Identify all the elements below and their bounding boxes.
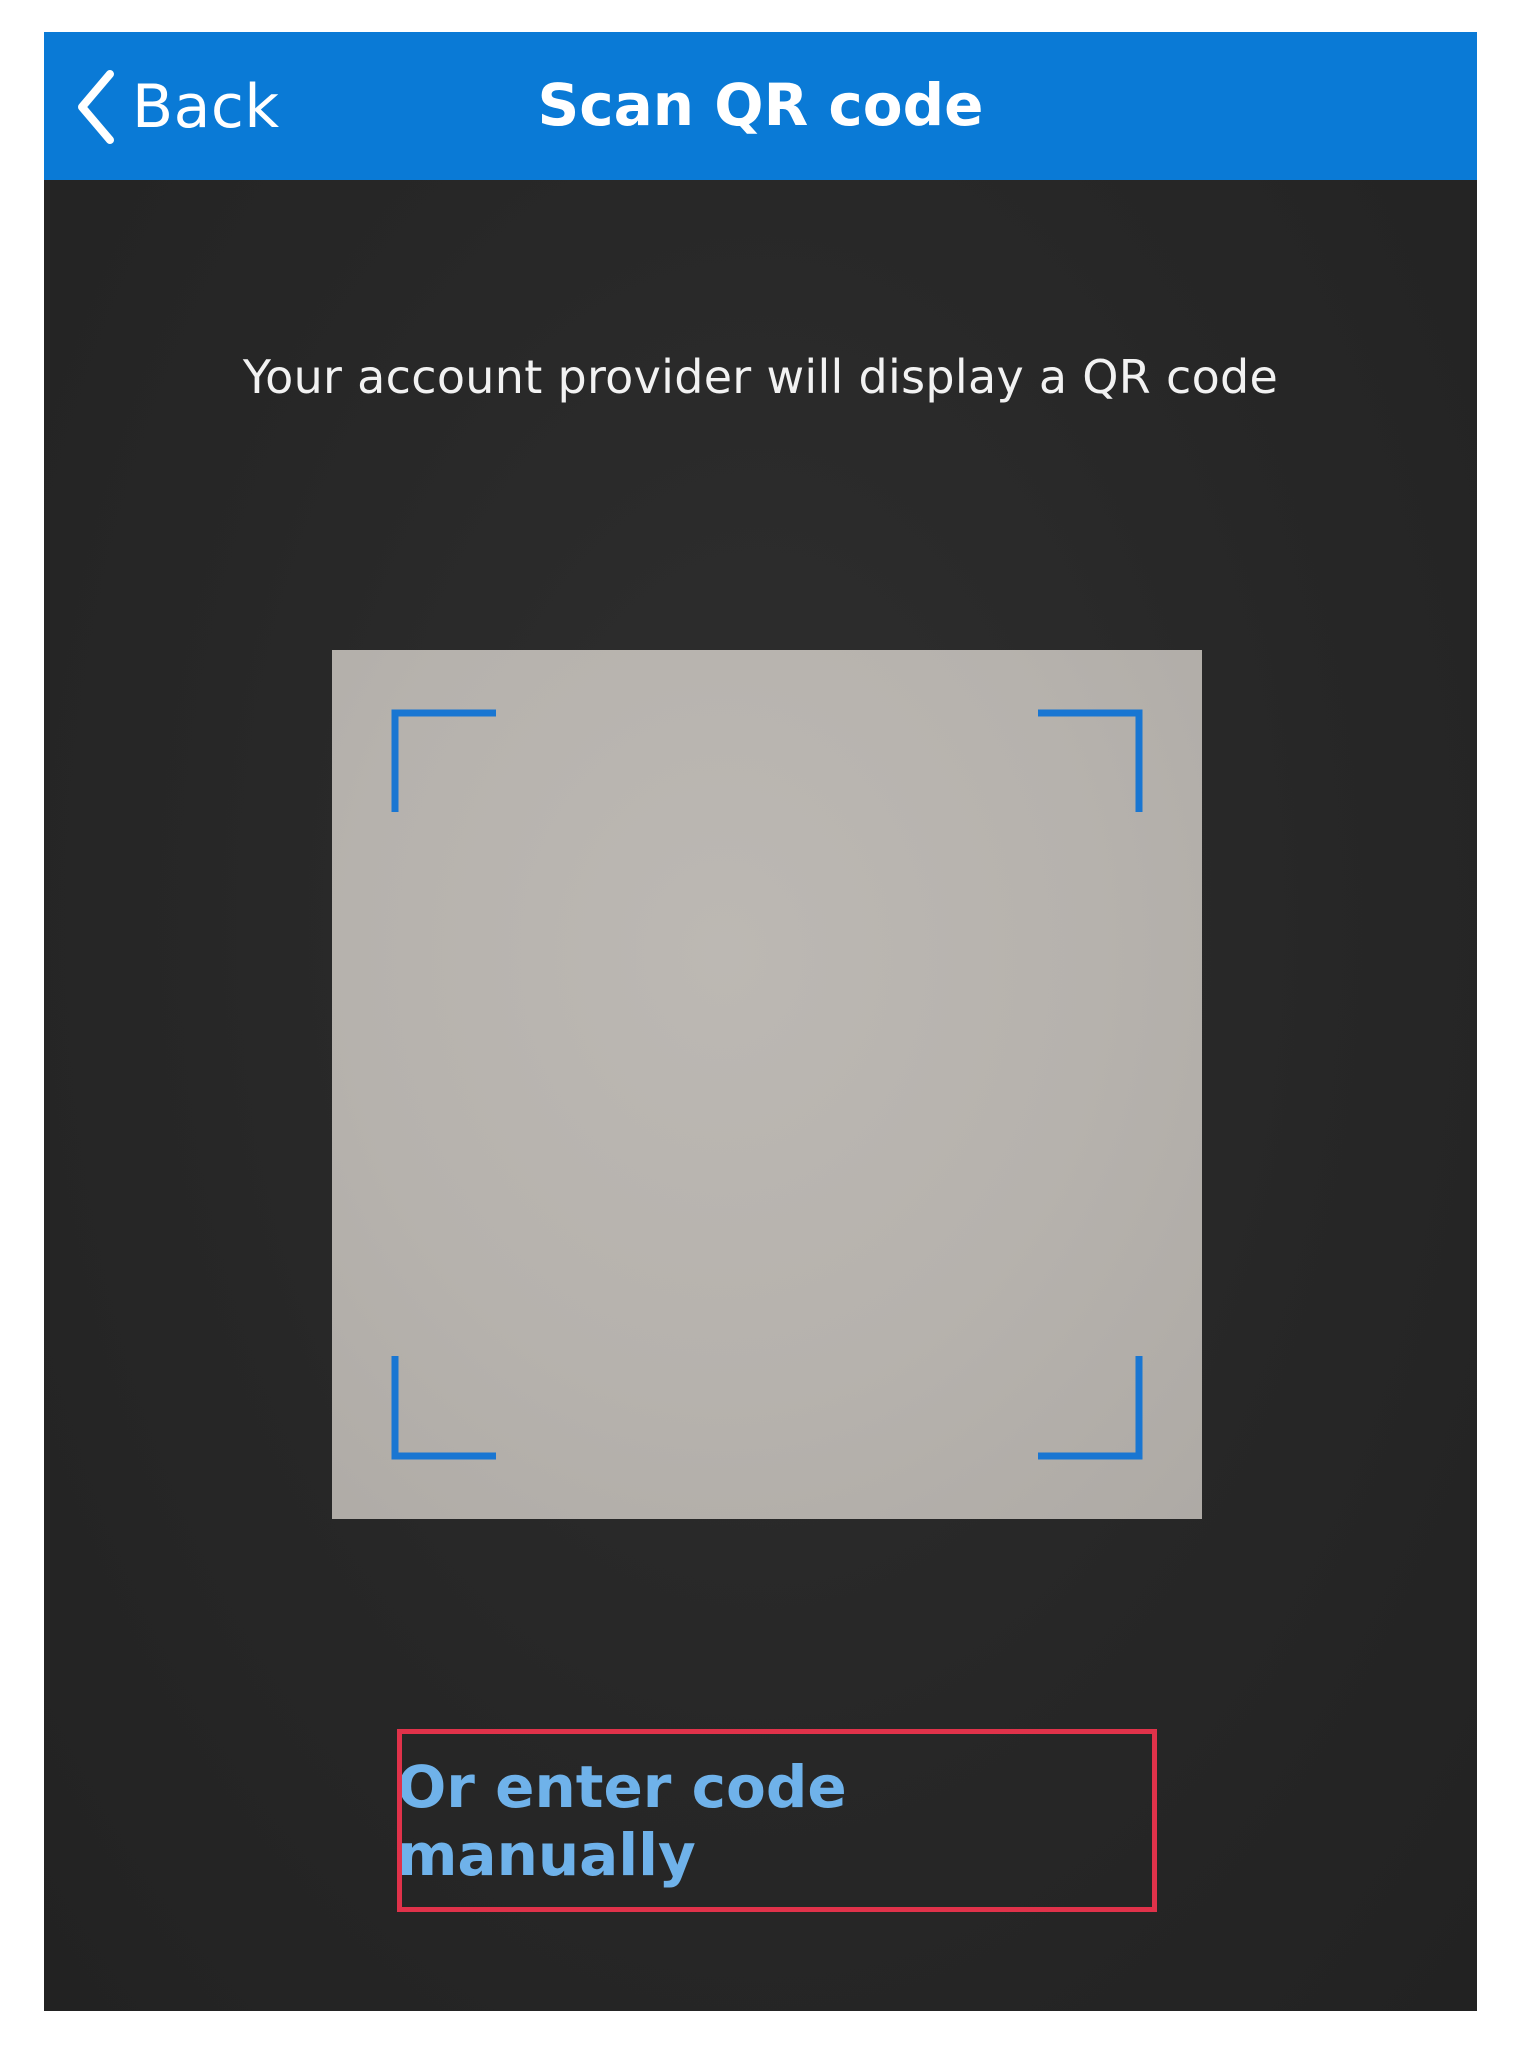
- viewfinder-corner-bottom-right: [1038, 1356, 1143, 1460]
- instruction-text: Your account provider will display a QR …: [242, 350, 1279, 404]
- scan-qr-screen: Back Scan QR code Your account provider …: [44, 32, 1477, 2011]
- page-title: Scan QR code: [537, 71, 984, 139]
- qr-scan-viewfinder: [332, 650, 1202, 1519]
- navigation-bar: Back Scan QR code: [44, 32, 1477, 180]
- viewfinder-corner-bottom-left: [391, 1356, 496, 1460]
- highlight-box: [397, 1729, 1157, 1912]
- viewfinder-corner-top-left: [391, 709, 496, 812]
- viewfinder-corner-top-right: [1038, 709, 1143, 812]
